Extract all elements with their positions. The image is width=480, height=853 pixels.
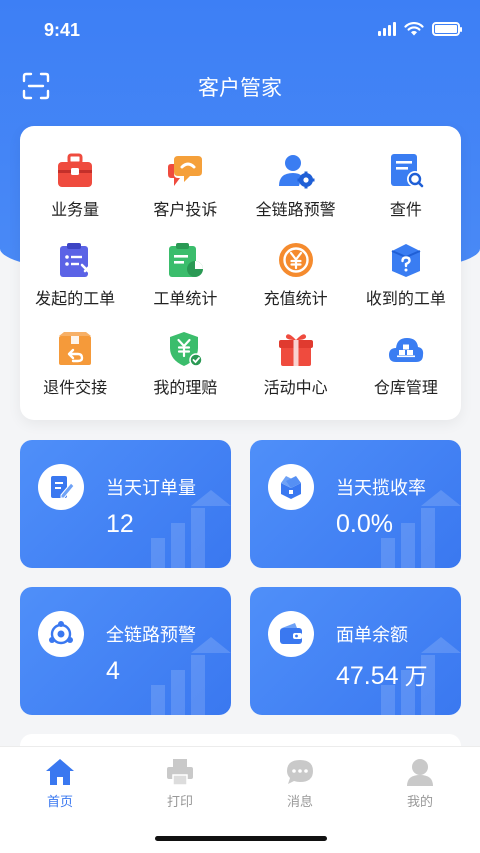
menu-item-label: 发起的工单	[35, 289, 116, 308]
menu-item-activity-center[interactable]: 活动中心	[241, 330, 351, 419]
menu-item-label: 收到的工单	[365, 289, 446, 308]
menu-item-warehouse-management[interactable]: 仓库管理	[351, 330, 461, 419]
menu-item-label: 退件交接	[43, 378, 108, 397]
complaint-chat-icon	[168, 156, 203, 186]
tab-profile[interactable]: 我的	[360, 747, 480, 817]
stat-icon-wrap	[268, 464, 314, 510]
home-indicator	[155, 836, 327, 841]
stat-label: 全链路预警	[106, 625, 196, 646]
profile-icon	[407, 759, 433, 786]
package-question-icon	[391, 244, 421, 277]
shield-yen-icon	[170, 332, 204, 367]
stat-card-pickup-rate-today[interactable]: 当天揽收率 0.0%	[250, 440, 461, 568]
clipboard-chart-icon	[169, 243, 204, 277]
page-title: 客户管家	[198, 77, 282, 100]
user-settings-icon	[278, 155, 315, 189]
yen-coin-icon	[278, 243, 313, 277]
home-icon	[46, 759, 74, 785]
tab-home[interactable]: 首页	[0, 747, 120, 817]
network-nodes-icon	[49, 621, 73, 645]
cellular-signal-icon	[378, 22, 396, 36]
gift-icon	[278, 334, 313, 366]
menu-item-label: 活动中心	[263, 378, 328, 397]
stat-value: 0.0%	[336, 510, 393, 538]
menu-item-label: 全链路预警	[255, 200, 336, 219]
message-icon	[287, 760, 313, 784]
menu-item-return-handover[interactable]: 退件交接	[20, 330, 130, 419]
box-open-icon	[281, 476, 301, 499]
tab-print[interactable]: 打印	[120, 747, 240, 817]
status-bar: 9:41	[0, 0, 480, 60]
box-return-icon	[59, 332, 92, 365]
stat-label: 面单余额	[336, 625, 408, 646]
menu-item-business-volume[interactable]: 业务量	[20, 152, 130, 241]
tab-label: 首页	[46, 795, 73, 810]
menu-item-label: 仓库管理	[373, 378, 438, 397]
edit-note-icon	[51, 476, 75, 499]
menu-item-track-parcel[interactable]: 查件	[351, 152, 461, 241]
stat-icon-wrap	[38, 611, 84, 657]
menu-item-complaints[interactable]: 客户投诉	[130, 152, 240, 241]
stat-card-waybill-balance[interactable]: 面单余额 47.54 万	[250, 587, 461, 715]
wifi-icon	[404, 22, 424, 36]
status-time: 9:41	[44, 20, 81, 40]
bar-decoration	[151, 637, 231, 715]
status-icons	[378, 22, 462, 36]
stat-label: 当天揽收率	[336, 478, 426, 499]
menu-item-recharge-statistics[interactable]: 充值统计	[241, 241, 351, 330]
stat-icon-wrap	[38, 464, 84, 510]
stat-label: 当天订单量	[106, 478, 196, 499]
tab-label: 我的	[406, 795, 433, 810]
briefcase-icon	[58, 153, 93, 187]
menu-item-label: 充值统计	[263, 289, 328, 308]
stat-icon-wrap	[268, 611, 314, 657]
menu-item-ticket-statistics[interactable]: 工单统计	[130, 241, 240, 330]
menu-item-label: 客户投诉	[153, 200, 218, 219]
stat-value: 47.54 万	[336, 662, 428, 690]
menu-item-label: 业务量	[51, 200, 100, 219]
menu-item-initiated-tickets[interactable]: 发起的工单	[20, 241, 130, 330]
wallet-icon	[280, 623, 302, 644]
stat-card-orders-today[interactable]: 当天订单量 12	[20, 440, 231, 568]
tab-label: 消息	[286, 795, 313, 810]
tab-messages[interactable]: 消息	[240, 747, 360, 817]
menu-item-full-chain-alert[interactable]: 全链路预警	[241, 152, 351, 241]
stat-unit: 万	[404, 664, 428, 690]
document-search-icon	[390, 154, 424, 188]
stat-value: 4	[106, 657, 120, 685]
menu-item-my-claims[interactable]: 我的理赔	[130, 330, 240, 419]
feature-menu-card: 业务量 客户投诉 全链路预警 查件 发起的工单 工单统计 充值统计 收到的工单 …	[20, 126, 461, 420]
bar-decoration	[151, 490, 231, 568]
printer-icon	[167, 759, 193, 786]
tab-label: 打印	[166, 795, 193, 810]
stat-card-full-chain-alert[interactable]: 全链路预警 4	[20, 587, 231, 715]
menu-item-label: 工单统计	[153, 289, 218, 308]
clipboard-tools-icon	[60, 243, 92, 277]
stat-value: 12	[106, 510, 134, 538]
nav-bar: 客户管家	[0, 60, 480, 112]
battery-icon	[432, 22, 462, 36]
warehouse-cloud-icon	[388, 338, 424, 362]
menu-item-label: 我的理赔	[153, 378, 218, 397]
menu-item-label: 查件	[389, 200, 422, 219]
menu-item-received-tickets[interactable]: 收到的工单	[351, 241, 461, 330]
